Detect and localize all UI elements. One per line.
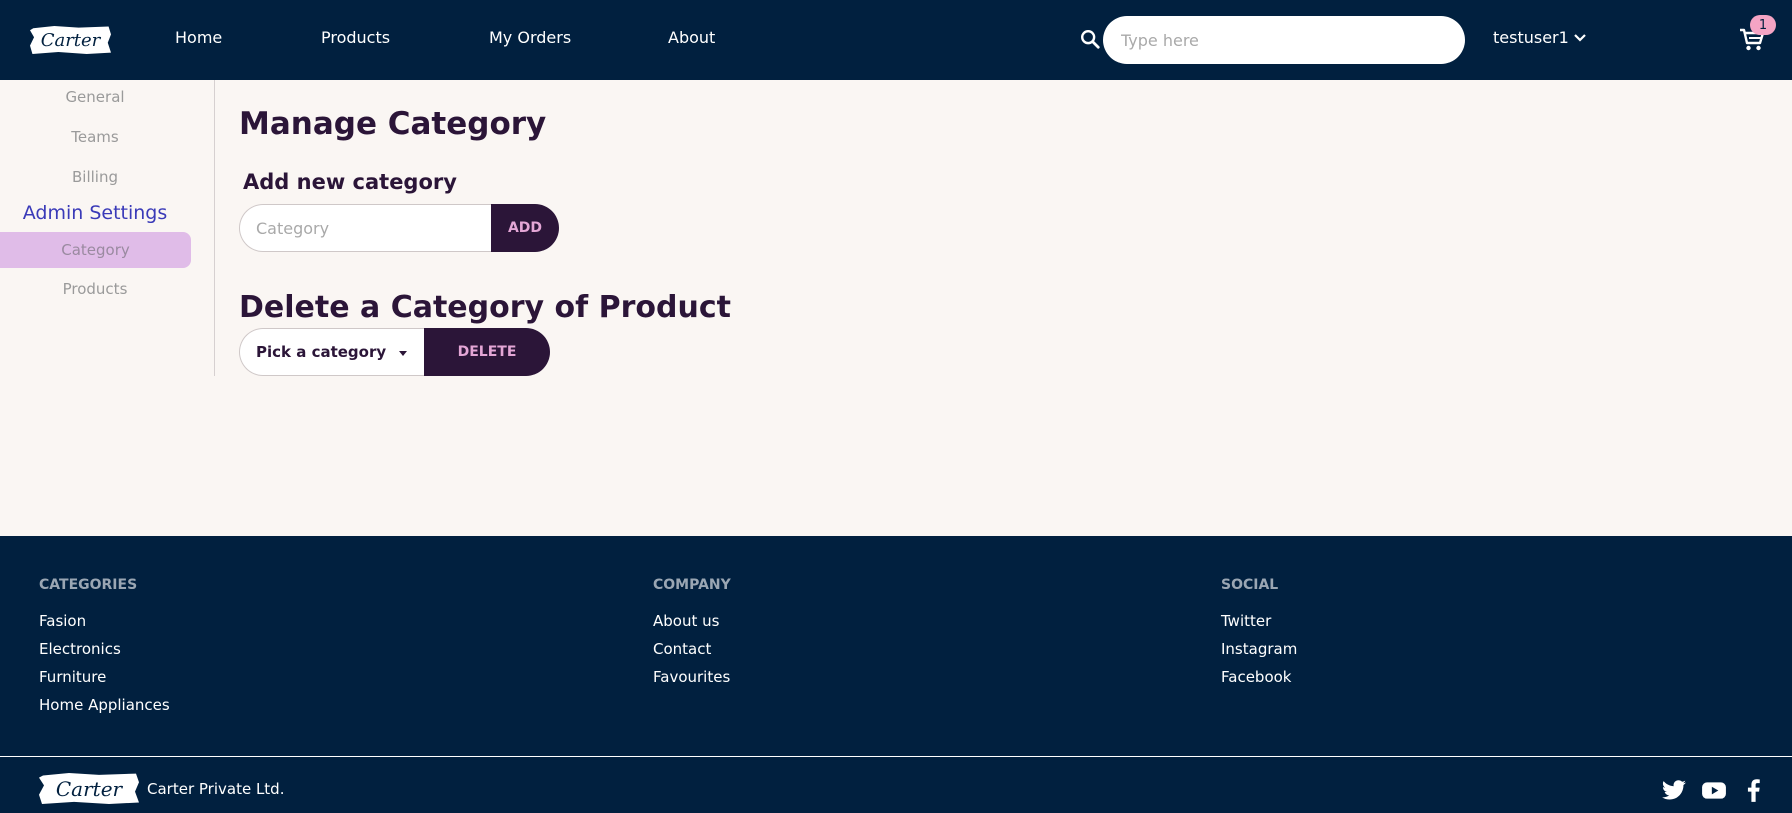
page-title: Manage Category xyxy=(239,106,547,142)
delete-category-heading: Delete a Category of Product xyxy=(239,290,731,325)
category-select-value: Pick a category xyxy=(256,343,387,361)
footer-link-facebook[interactable]: Facebook xyxy=(1221,668,1291,686)
footer-link-about-us[interactable]: About us xyxy=(653,612,719,630)
sidebar-admin-heading: Admin Settings xyxy=(22,202,168,224)
youtube-icon[interactable] xyxy=(1701,777,1727,803)
nav-link-products[interactable]: Products xyxy=(321,28,390,47)
caret-down-icon xyxy=(399,351,407,356)
category-input[interactable] xyxy=(239,204,494,252)
user-menu[interactable]: testuser1 xyxy=(1493,28,1587,47)
nav-link-my-orders[interactable]: My Orders xyxy=(489,28,571,47)
cart-count-badge: 1 xyxy=(1750,15,1776,35)
sidebar-item-general[interactable]: General xyxy=(0,88,190,106)
nav-link-home[interactable]: Home xyxy=(175,28,222,47)
category-select[interactable]: Pick a category xyxy=(239,328,426,376)
facebook-icon[interactable] xyxy=(1741,777,1767,803)
footer-link-twitter[interactable]: Twitter xyxy=(1221,612,1271,630)
footer-link-favourites[interactable]: Favourites xyxy=(653,668,730,686)
search-icon[interactable] xyxy=(1079,28,1101,50)
add-category-button[interactable]: ADD xyxy=(491,204,559,252)
company-name: Carter Private Ltd. xyxy=(147,780,285,798)
nav-link-about[interactable]: About xyxy=(668,28,715,47)
twitter-icon[interactable] xyxy=(1661,777,1687,803)
footer: CATEGORIES Fasion Electronics Furniture … xyxy=(0,536,1792,813)
delete-category-button[interactable]: DELETE xyxy=(424,328,550,376)
sidebar-item-category[interactable]: Category xyxy=(0,232,191,268)
username: testuser1 xyxy=(1493,28,1569,47)
chevron-down-icon xyxy=(1574,33,1586,42)
footer-link-home-appliances[interactable]: Home Appliances xyxy=(39,696,170,714)
footer-heading-company: COMPANY xyxy=(653,577,731,593)
footer-divider xyxy=(0,756,1792,757)
footer-link-fasion[interactable]: Fasion xyxy=(39,612,86,630)
footer-link-contact[interactable]: Contact xyxy=(653,640,711,658)
sidebar-item-billing[interactable]: Billing xyxy=(0,168,190,186)
sidebar-item-products[interactable]: Products xyxy=(0,280,190,298)
footer-carter-logo: Carter xyxy=(39,773,139,804)
footer-link-electronics[interactable]: Electronics xyxy=(39,640,121,658)
add-category-heading: Add new category xyxy=(243,170,457,194)
footer-link-furniture[interactable]: Furniture xyxy=(39,668,106,686)
search-input[interactable] xyxy=(1103,16,1465,64)
footer-heading-categories: CATEGORIES xyxy=(39,577,138,593)
footer-heading-social: SOCIAL xyxy=(1221,577,1279,593)
footer-link-instagram[interactable]: Instagram xyxy=(1221,640,1297,658)
navbar: Carter Home Products My Orders About tes… xyxy=(0,0,1792,80)
sidebar: General Teams Billing Admin Settings Cat… xyxy=(0,80,215,376)
carter-logo[interactable]: Carter xyxy=(30,26,111,54)
sidebar-item-teams[interactable]: Teams xyxy=(0,128,190,146)
